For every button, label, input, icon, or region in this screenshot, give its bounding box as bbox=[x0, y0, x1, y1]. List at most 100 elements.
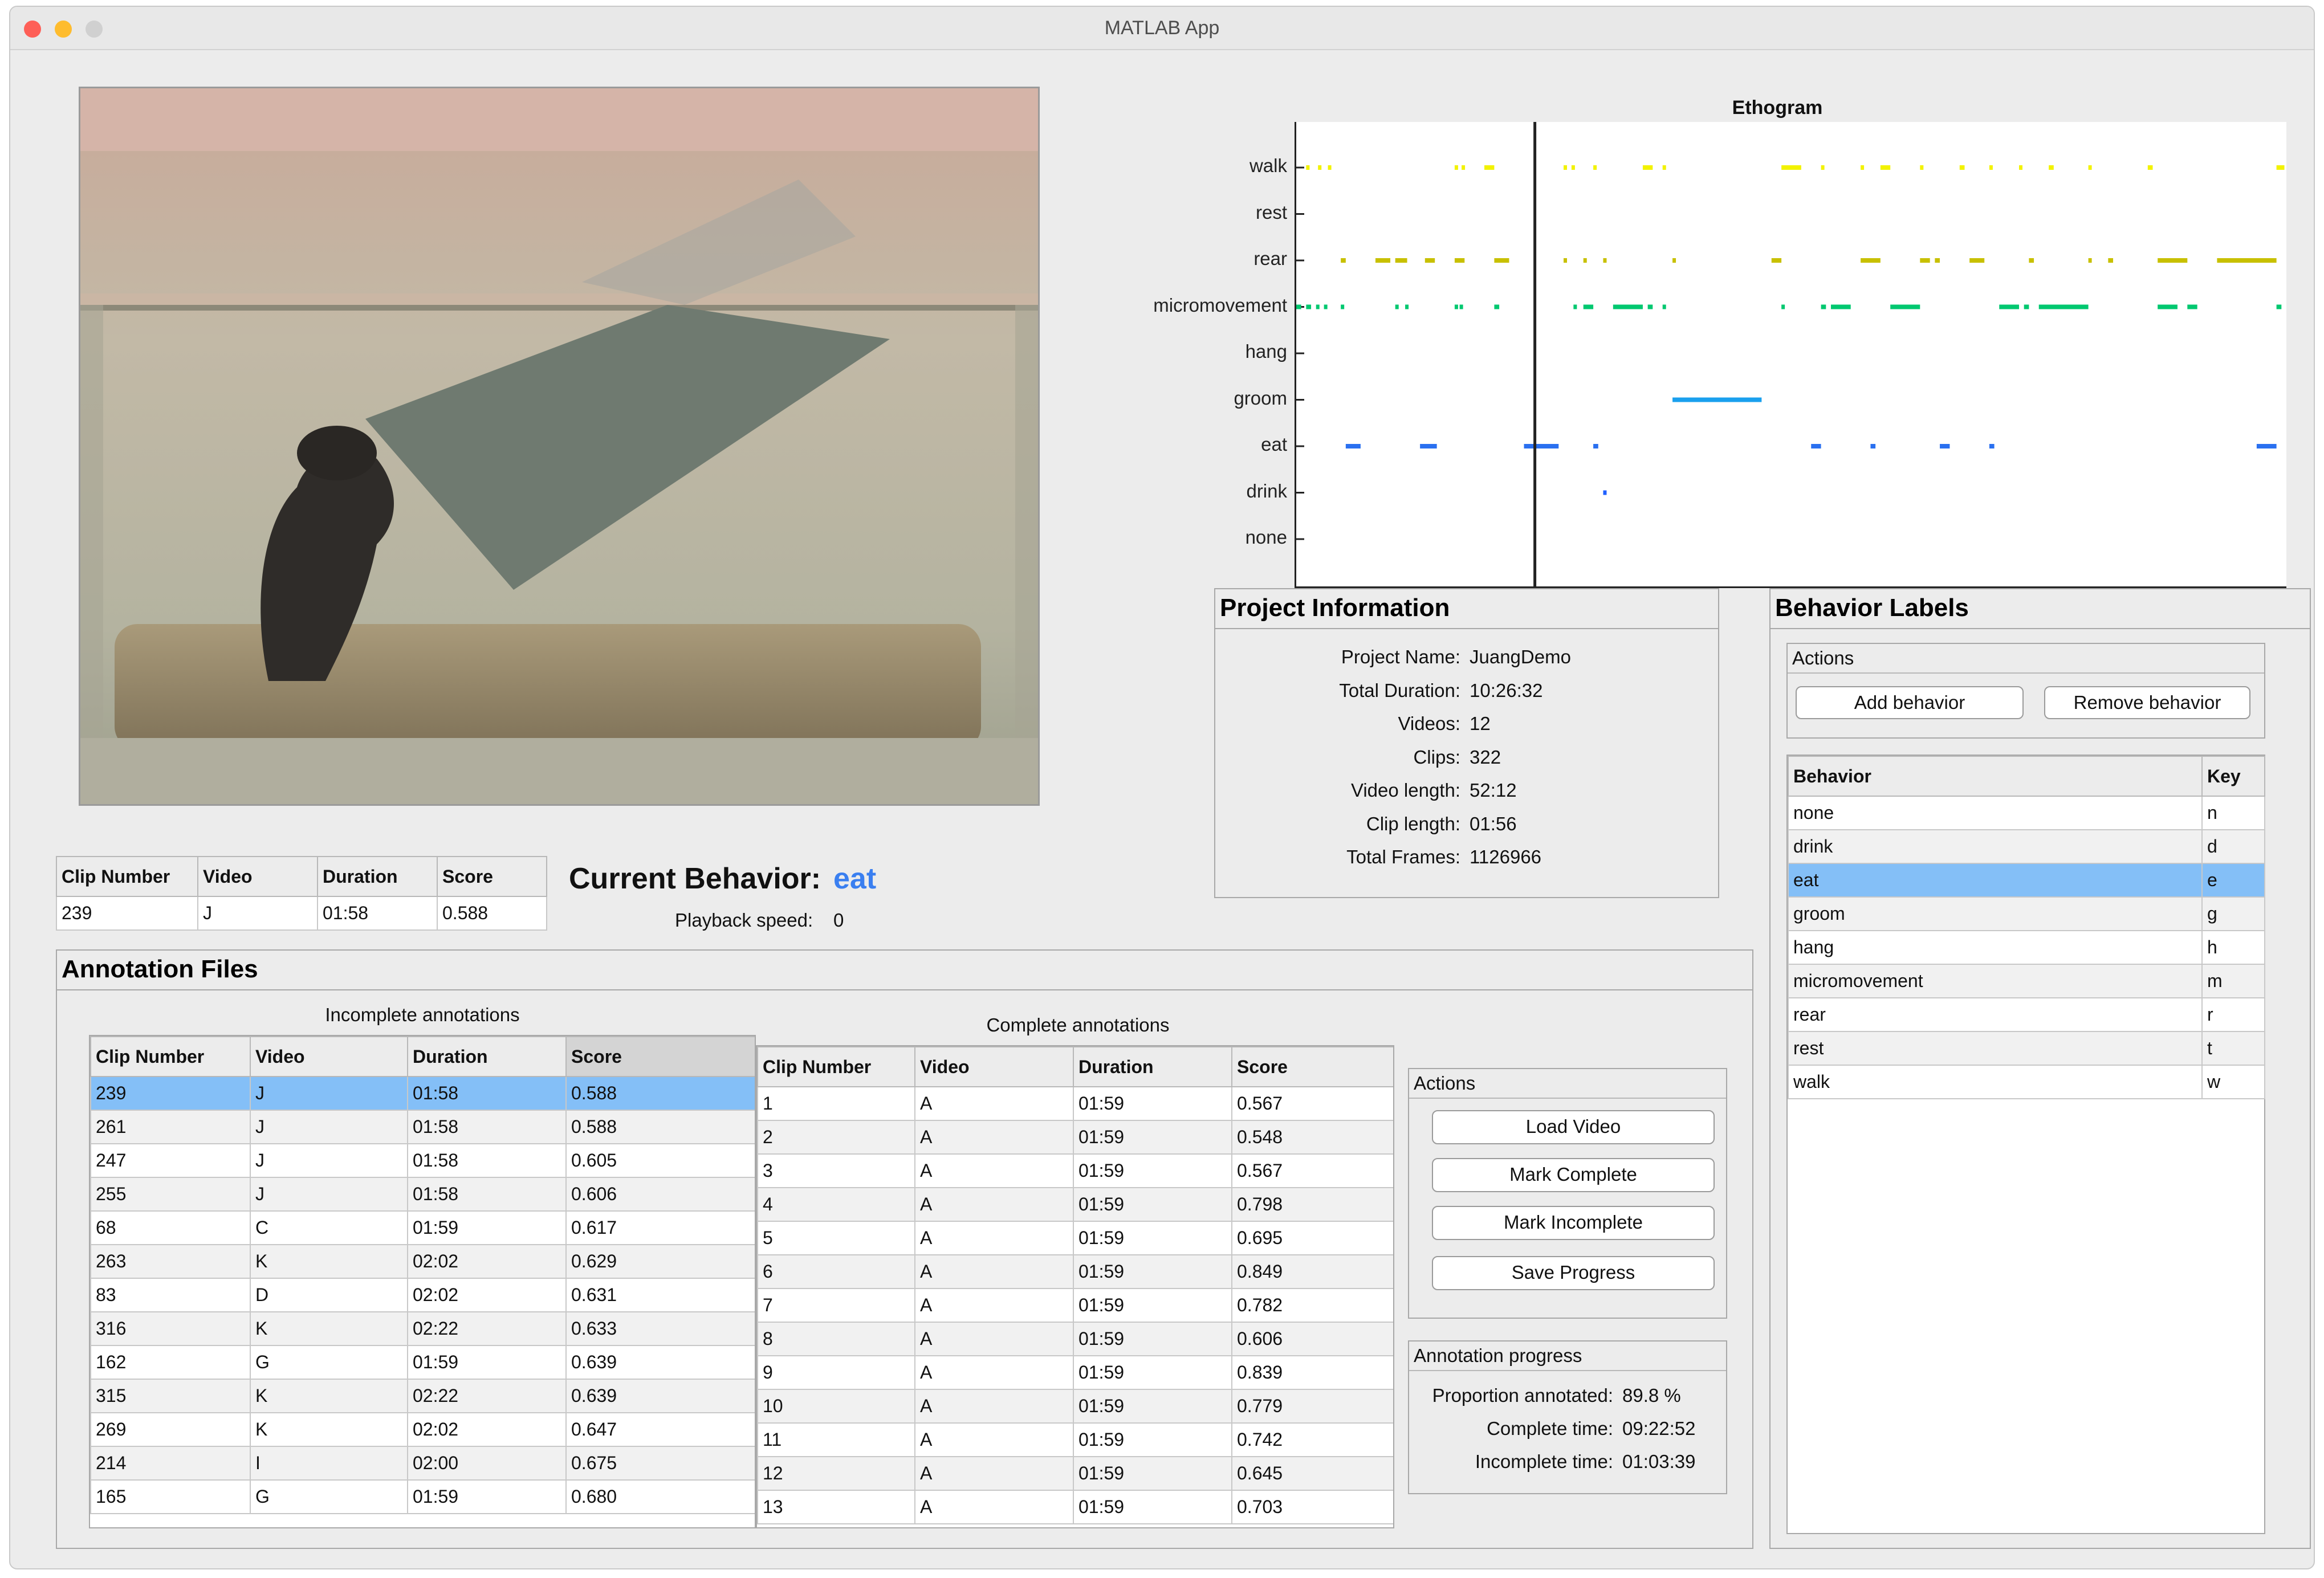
ethogram-bout-micromovement bbox=[1647, 304, 1653, 309]
field-value: 12 bbox=[1470, 713, 1491, 734]
incomplete-row[interactable]: 239 J 01:58 0.588 bbox=[90, 1076, 755, 1111]
complete-row[interactable]: 5 A 01:59 0.695 bbox=[757, 1221, 1393, 1255]
incomplete-table-container[interactable]: Clip Number Video Duration Score 239 J 01:… bbox=[89, 1035, 756, 1528]
incomplete-row-cell: 01:58 bbox=[407, 1177, 567, 1212]
incomplete-row-cell: 247 bbox=[90, 1143, 251, 1178]
incomplete-row-cell: J bbox=[250, 1177, 408, 1212]
ethogram-bout-walk bbox=[1593, 165, 1597, 170]
complete-row-cell: 2 bbox=[757, 1120, 915, 1155]
incomplete-row[interactable]: 255 J 01:58 0.606 bbox=[90, 1177, 755, 1212]
complete-row[interactable]: 9 A 01:59 0.839 bbox=[757, 1355, 1393, 1390]
incomplete-row-cell: 263 bbox=[90, 1244, 251, 1279]
ethogram-bout-walk bbox=[1563, 165, 1567, 170]
behavior-row-cell: walk bbox=[1788, 1065, 2203, 1099]
complete-row[interactable]: 2 A 01:59 0.548 bbox=[757, 1120, 1393, 1155]
remove-behavior-button[interactable]: Remove behavior bbox=[2044, 686, 2250, 719]
ethogram-bout-micromovement bbox=[2187, 304, 2197, 309]
ethogram-bout-micromovement bbox=[2158, 304, 2178, 309]
add-behavior-button[interactable]: Add behavior bbox=[1796, 686, 2024, 719]
field-value: 52:12 bbox=[1470, 780, 1517, 801]
video-image bbox=[80, 88, 1038, 804]
complete-row-cell: A bbox=[914, 1355, 1074, 1390]
behavior-row[interactable]: walk w bbox=[1788, 1065, 2265, 1099]
load-video-button[interactable]: Load Video bbox=[1432, 1110, 1715, 1144]
complete-row-cell: 0.567 bbox=[1231, 1086, 1393, 1121]
complete-row-cell: 01:59 bbox=[1073, 1490, 1232, 1524]
field-label: Complete time: bbox=[1487, 1418, 1613, 1439]
complete-row[interactable]: 1 A 01:59 0.567 bbox=[757, 1086, 1393, 1121]
incomplete-row-cell: 0.605 bbox=[565, 1143, 755, 1178]
complete-row[interactable]: 11 A 01:59 0.742 bbox=[757, 1422, 1393, 1457]
save-progress-button[interactable]: Save Progress bbox=[1432, 1256, 1715, 1290]
complete-row[interactable]: 3 A 01:59 0.567 bbox=[757, 1153, 1393, 1188]
ethogram-bout-walk bbox=[1989, 165, 1993, 170]
incomplete-row[interactable]: 315 K 02:22 0.639 bbox=[90, 1379, 755, 1413]
complete-table-header: Video bbox=[914, 1046, 1074, 1087]
clip-info-cell: 0.588 bbox=[437, 896, 547, 931]
complete-annotations-title: Complete annotations bbox=[986, 1014, 1170, 1035]
clip-info-header: Duration bbox=[317, 856, 438, 897]
incomplete-row-cell: 02:02 bbox=[407, 1244, 567, 1279]
ethogram-bout-rear bbox=[2158, 258, 2188, 263]
incomplete-row-cell: 02:02 bbox=[407, 1412, 567, 1447]
behavior-row-cell: none bbox=[1788, 796, 2203, 830]
behavior-row[interactable]: rear r bbox=[1788, 997, 2265, 1032]
incomplete-row-cell: G bbox=[250, 1479, 408, 1514]
complete-row[interactable]: 7 A 01:59 0.782 bbox=[757, 1288, 1393, 1323]
ethogram-bout-walk bbox=[1781, 165, 1801, 170]
current-behavior-label: Current Behavior: bbox=[569, 862, 821, 895]
incomplete-row[interactable]: 68 C 01:59 0.617 bbox=[90, 1210, 755, 1245]
incomplete-row-cell: 214 bbox=[90, 1446, 251, 1481]
ethogram-bout-rear bbox=[1603, 258, 1607, 263]
incomplete-row-cell: J bbox=[250, 1110, 408, 1144]
incomplete-row-cell: 01:58 bbox=[407, 1076, 567, 1111]
complete-row[interactable]: 6 A 01:59 0.849 bbox=[757, 1254, 1393, 1289]
incomplete-row[interactable]: 83 D 02:02 0.631 bbox=[90, 1278, 755, 1312]
ethogram-bout-eat bbox=[1870, 444, 1876, 448]
complete-row-cell: A bbox=[914, 1086, 1074, 1121]
incomplete-row-cell: 0.639 bbox=[565, 1345, 755, 1380]
complete-row[interactable]: 10 A 01:59 0.779 bbox=[757, 1389, 1393, 1424]
complete-row-cell: 01:59 bbox=[1073, 1221, 1232, 1255]
ethogram-bout-eat bbox=[1345, 444, 1361, 448]
incomplete-row[interactable]: 269 K 02:02 0.647 bbox=[90, 1412, 755, 1447]
complete-row[interactable]: 8 A 01:59 0.606 bbox=[757, 1322, 1393, 1356]
clip-info-header: Score bbox=[437, 856, 547, 897]
incomplete-row[interactable]: 263 K 02:02 0.629 bbox=[90, 1244, 755, 1279]
field-label: Proportion annotated: bbox=[1432, 1385, 1613, 1406]
behavior-row[interactable]: groom g bbox=[1788, 896, 2265, 931]
complete-row[interactable]: 13 A 01:59 0.703 bbox=[757, 1490, 1393, 1524]
incomplete-row-cell: 01:58 bbox=[407, 1143, 567, 1178]
incomplete-row[interactable]: 165 G 01:59 0.680 bbox=[90, 1479, 755, 1514]
incomplete-table-header: Score bbox=[565, 1036, 755, 1077]
complete-row-cell: 5 bbox=[757, 1221, 915, 1255]
behavior-row[interactable]: micromovement m bbox=[1788, 964, 2265, 998]
ethogram-bout-walk bbox=[1328, 165, 1332, 170]
complete-row-cell: 0.779 bbox=[1231, 1389, 1393, 1424]
complete-table-container[interactable]: Clip Number Video Duration Score 1 A 01:59… bbox=[756, 1045, 1394, 1528]
clip-info-table: Clip Number Video Duration Score 239 J 0… bbox=[56, 856, 547, 931]
complete-row[interactable]: 4 A 01:59 0.798 bbox=[757, 1187, 1393, 1222]
incomplete-row[interactable]: 316 K 02:22 0.633 bbox=[90, 1311, 755, 1346]
behavior-row[interactable]: eat e bbox=[1788, 863, 2265, 898]
behavior-row-cell: rest bbox=[1788, 1031, 2203, 1066]
complete-row-cell: A bbox=[914, 1490, 1074, 1524]
annotation-progress-title: Annotation progress bbox=[1414, 1345, 1582, 1366]
ethogram-tick-label: rest bbox=[1255, 201, 1287, 223]
behavior-row[interactable]: hang h bbox=[1788, 930, 2265, 965]
clip-info-cell: J bbox=[197, 896, 318, 931]
incomplete-row[interactable]: 261 J 01:58 0.588 bbox=[90, 1110, 755, 1144]
incomplete-row[interactable]: 162 G 01:59 0.639 bbox=[90, 1345, 755, 1380]
incomplete-row[interactable]: 214 I 02:00 0.675 bbox=[90, 1446, 755, 1481]
ethogram-plot[interactable] bbox=[1295, 122, 2286, 588]
divider bbox=[1215, 628, 1718, 629]
incomplete-row-cell: 01:59 bbox=[407, 1479, 567, 1514]
complete-row[interactable]: 12 A 01:59 0.645 bbox=[757, 1456, 1393, 1491]
mark-complete-button[interactable]: Mark Complete bbox=[1432, 1158, 1715, 1192]
behavior-row[interactable]: rest t bbox=[1788, 1031, 2265, 1066]
behavior-row[interactable]: drink d bbox=[1788, 829, 2265, 864]
mark-incomplete-button[interactable]: Mark Incomplete bbox=[1432, 1206, 1715, 1240]
incomplete-row[interactable]: 247 J 01:58 0.605 bbox=[90, 1143, 755, 1178]
behavior-row[interactable]: none n bbox=[1788, 796, 2265, 830]
ethogram-bout-rear bbox=[1375, 258, 1391, 263]
